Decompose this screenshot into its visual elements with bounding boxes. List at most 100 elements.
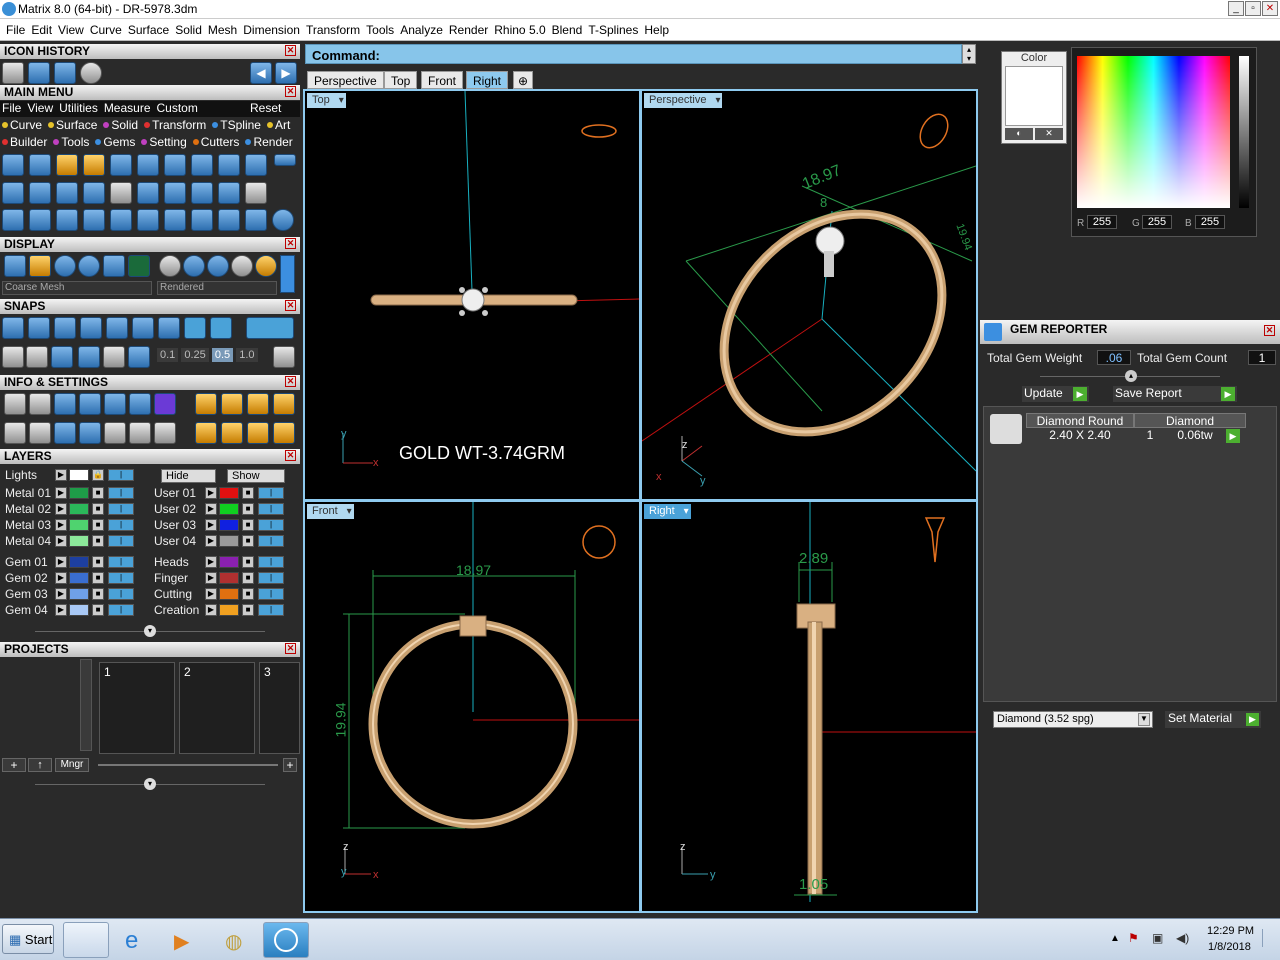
info-icon[interactable] xyxy=(129,422,151,444)
show-hidden-icons[interactable]: ▲ xyxy=(1110,933,1120,944)
viewport-label[interactable]: Perspective xyxy=(644,93,723,108)
menu-render[interactable]: Render xyxy=(446,19,491,37)
manager-button[interactable]: Mngr xyxy=(55,758,89,772)
tool-icon[interactable] xyxy=(110,154,132,176)
visible-icon[interactable]: | xyxy=(258,519,284,531)
viewport-right[interactable]: Right z y 2.89 1.05 xyxy=(640,500,978,913)
grid-snap-icon[interactable] xyxy=(273,346,295,368)
mm-tspline[interactable]: TSpline xyxy=(212,118,261,132)
mm-art[interactable]: Art xyxy=(266,118,290,132)
menu-mesh[interactable]: Mesh xyxy=(205,19,240,37)
visible-icon[interactable]: | xyxy=(108,487,134,499)
visible-icon[interactable]: | xyxy=(258,572,284,584)
lock-icon[interactable]: ■ xyxy=(242,572,254,584)
info-icon[interactable] xyxy=(54,422,76,444)
update-button[interactable]: Update ▶ xyxy=(1022,386,1089,402)
zoom-in-button[interactable]: + xyxy=(283,758,297,772)
visible-icon[interactable]: | xyxy=(258,487,284,499)
layer-color-swatch[interactable] xyxy=(219,487,239,499)
wireframe-icon[interactable] xyxy=(4,255,26,277)
add-tab-icon[interactable]: ⊕ xyxy=(513,71,534,89)
play-icon[interactable]: ▶ xyxy=(205,556,217,568)
lock-icon[interactable]: ■ xyxy=(92,588,104,600)
paint-icon[interactable]: ◍ xyxy=(212,922,258,958)
mesh-select[interactable]: Coarse Mesh xyxy=(2,281,152,295)
sphere-icon[interactable] xyxy=(54,255,76,277)
mm-transform[interactable]: Transform xyxy=(144,118,206,132)
sphere-icon[interactable] xyxy=(78,255,100,277)
mm-gems[interactable]: Gems xyxy=(95,135,135,149)
menu-surface[interactable]: Surface xyxy=(125,19,172,37)
lock-icon[interactable]: ■ xyxy=(242,556,254,568)
tool-icon[interactable] xyxy=(137,209,159,231)
mm-measure[interactable]: Measure xyxy=(104,101,151,115)
play-icon[interactable]: ▶ xyxy=(205,503,217,515)
clock-time[interactable]: 12:29 PM xyxy=(1207,925,1254,937)
close-icon[interactable]: ✕ xyxy=(285,450,296,461)
menu-edit[interactable]: Edit xyxy=(28,19,55,37)
mm-cutters[interactable]: Cutters xyxy=(192,135,239,149)
viewport-label[interactable]: Right xyxy=(644,504,691,519)
tool-icon[interactable] xyxy=(137,182,159,204)
ortho-icon[interactable] xyxy=(246,317,294,339)
set-material-button[interactable]: Set Material ▶ xyxy=(1165,711,1261,728)
snap-icon[interactable] xyxy=(184,317,206,339)
close-icon[interactable]: ✕ xyxy=(285,238,296,249)
material-icon[interactable] xyxy=(231,255,253,277)
lights-color[interactable] xyxy=(69,469,89,481)
tool-icon[interactable] xyxy=(218,182,240,204)
grid-icon[interactable] xyxy=(128,255,150,277)
mm-file[interactable]: File xyxy=(2,101,21,115)
layer-color-swatch[interactable] xyxy=(69,503,89,515)
info-icon[interactable] xyxy=(29,422,51,444)
tool-icon[interactable] xyxy=(191,182,213,204)
render-mode-select[interactable]: Rendered xyxy=(157,281,277,295)
b-value[interactable]: 255 xyxy=(1195,215,1225,229)
maximize-button[interactable]: ▫ xyxy=(1245,1,1261,16)
play-icon[interactable]: ▶ xyxy=(55,503,67,515)
material-icon[interactable] xyxy=(183,255,205,277)
info-icon[interactable] xyxy=(129,393,151,415)
mm-surface[interactable]: Surface xyxy=(48,118,97,132)
r-value[interactable]: 255 xyxy=(1087,215,1117,229)
tool-icon[interactable] xyxy=(110,182,132,204)
lock-icon[interactable]: ■ xyxy=(92,487,104,499)
viewport-top[interactable]: Top y x GOLD WT-3.74GRM xyxy=(303,89,641,501)
hide-button[interactable]: Hide xyxy=(161,469,216,483)
play-icon[interactable]: ▶ xyxy=(55,535,67,547)
tool-icon[interactable] xyxy=(2,154,24,176)
command-line[interactable]: Command: xyxy=(305,44,962,64)
lock-icon[interactable]: ■ xyxy=(92,604,104,616)
layer-color-swatch[interactable] xyxy=(219,572,239,584)
explorer-icon[interactable] xyxy=(63,922,109,958)
tool-icon[interactable] xyxy=(274,154,296,166)
lock-icon[interactable]: ■ xyxy=(242,487,254,499)
tool-icon[interactable] xyxy=(218,154,240,176)
arrow-left-icon[interactable]: ◀ xyxy=(250,62,272,84)
layer-color-swatch[interactable] xyxy=(219,535,239,547)
tool-icon[interactable] xyxy=(164,154,186,176)
mm-solid[interactable]: Solid xyxy=(103,118,138,132)
snap-icon[interactable] xyxy=(158,317,180,339)
mm-view[interactable]: View xyxy=(27,101,53,115)
material-icon[interactable] xyxy=(207,255,229,277)
tool-icon[interactable] xyxy=(218,209,240,231)
layer-color-swatch[interactable] xyxy=(69,535,89,547)
material-icon[interactable] xyxy=(255,255,277,277)
show-desktop-button[interactable] xyxy=(1262,929,1276,947)
lock-icon[interactable]: ■ xyxy=(242,503,254,515)
lock-icon[interactable]: ■ xyxy=(92,572,104,584)
tool-icon[interactable] xyxy=(245,209,267,231)
snap-icon[interactable] xyxy=(80,317,102,339)
mm-reset[interactable]: Reset xyxy=(250,101,281,115)
snap-icon[interactable] xyxy=(106,317,128,339)
play-icon[interactable]: ▶ xyxy=(205,572,217,584)
circle-icon[interactable] xyxy=(272,209,294,231)
snap-icon[interactable] xyxy=(2,317,24,339)
material-icon[interactable] xyxy=(159,255,181,277)
tool-icon[interactable] xyxy=(56,209,78,231)
close-icon[interactable]: ✕ xyxy=(1264,325,1275,336)
mm-curve[interactable]: Curve xyxy=(2,118,42,132)
project-slot[interactable]: 3 xyxy=(259,662,300,754)
play-icon[interactable]: ▶ xyxy=(55,469,67,481)
